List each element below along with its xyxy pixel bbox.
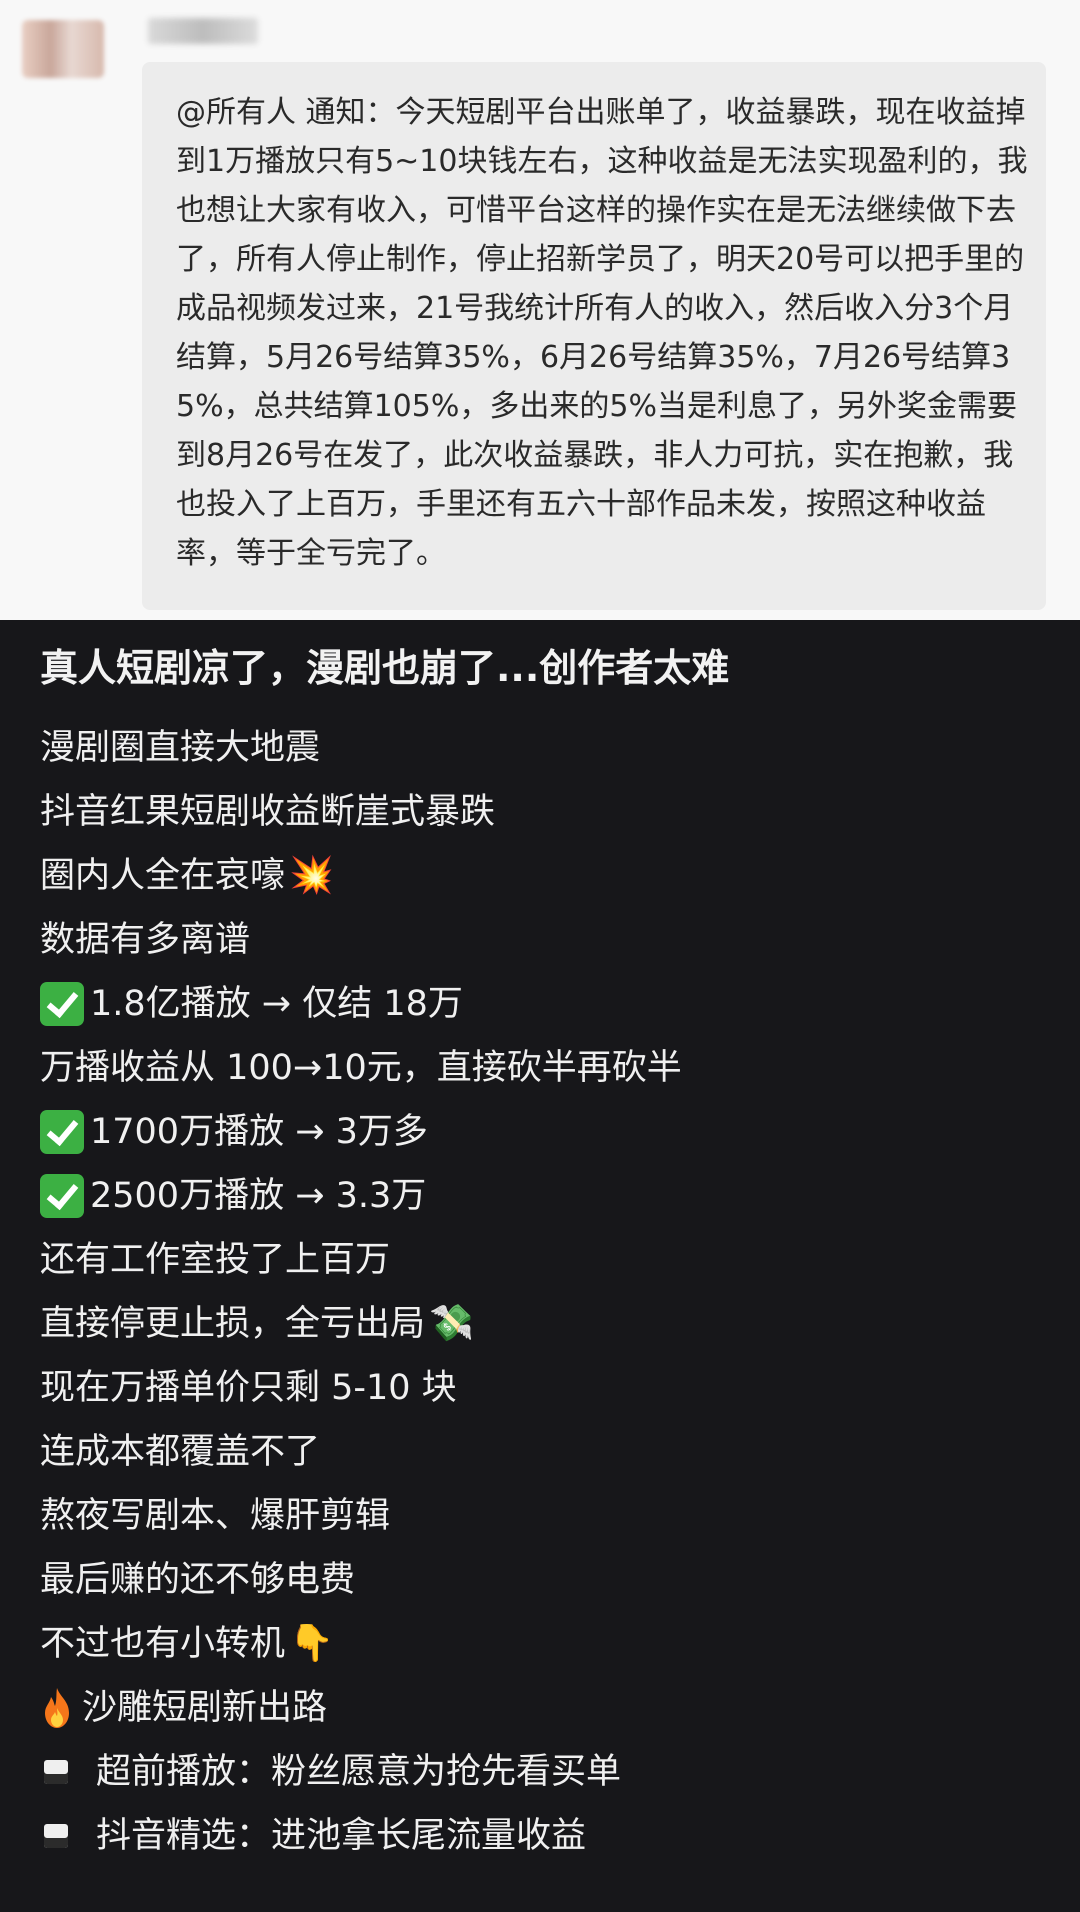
post-line-text: 抖音红果短剧收益断崖式暴跌 xyxy=(40,792,496,832)
post-line-text: 熬夜写剧本、爆肝剪辑 xyxy=(40,1496,391,1536)
check-icon xyxy=(40,1110,84,1154)
post-line: 漫剧圈直接大地震 xyxy=(40,716,1060,780)
post-line: 2500万播放 → 3.3万 xyxy=(40,1164,1060,1228)
check-icon xyxy=(40,1174,84,1218)
post-line: 还有工作室投了上百万 xyxy=(40,1228,1060,1292)
post-title: 真人短剧凉了，漫剧也崩了...创作者太难 xyxy=(40,646,730,690)
post-line: 沙雕短剧新出路 xyxy=(40,1676,1060,1740)
post-line-text: 圈内人全在哀嚎 xyxy=(40,856,286,896)
check-icon xyxy=(40,982,84,1026)
post-line-text: 数据有多离谱 xyxy=(40,920,251,960)
post-line: 不过也有小转机 👇 xyxy=(40,1612,1060,1676)
post-line: 超前播放：粉丝愿意为抢先看买单 xyxy=(40,1740,1060,1804)
post-line-text: 不过也有小转机 xyxy=(40,1624,286,1664)
post-line-text: 现在万播单价只剩 5-10 块 xyxy=(40,1368,457,1408)
collision-icon: 💥 xyxy=(289,855,334,896)
post-line: 1700万播放 → 3万多 xyxy=(40,1100,1060,1164)
post-line: 圈内人全在哀嚎 💥 xyxy=(40,844,1060,908)
post-line-text: 1.8亿播放 → 仅结 18万 xyxy=(90,984,463,1024)
money-wings-icon: 💸 xyxy=(429,1303,474,1344)
post-line-text: 抖音精选：进池拿长尾流量收益 xyxy=(96,1816,587,1856)
post-line-text: 万播收益从 100→10元，直接砍半再砍半 xyxy=(40,1048,682,1088)
post-line: 万播收益从 100→10元，直接砍半再砍半 xyxy=(40,1036,1060,1100)
post-line-text: 还有工作室投了上百万 xyxy=(40,1240,391,1280)
post-line: 数据有多离谱 xyxy=(40,908,1060,972)
post-lines: 漫剧圈直接大地震 抖音红果短剧收益断崖式暴跌 圈内人全在哀嚎 💥 数据有多离谱 … xyxy=(40,716,1060,1868)
message-text: @所有人 通知：今天短剧平台出账单了，收益暴跌，现在收益掉到1万播放只有5~10… xyxy=(176,95,1028,571)
post-line: 抖音红果短剧收益断崖式暴跌 xyxy=(40,780,1060,844)
pointing-down-icon: 👇 xyxy=(289,1623,334,1664)
post-line: 最后赚的还不够电费 xyxy=(40,1548,1060,1612)
post-body: 真人短剧凉了，漫剧也崩了...创作者太难 漫剧圈直接大地震 抖音红果短剧收益断崖… xyxy=(0,620,1080,1912)
chat-screenshot: @所有人 通知：今天短剧平台出账单了，收益暴跌，现在收益掉到1万播放只有5~10… xyxy=(0,0,1080,620)
sender-name xyxy=(148,18,258,44)
post-line-text: 沙雕短剧新出路 xyxy=(82,1688,328,1728)
post-line-text: 直接停更止损，全亏出局 xyxy=(40,1304,426,1344)
post-line-text: 最后赚的还不够电费 xyxy=(40,1560,356,1600)
fire-icon xyxy=(45,1688,69,1728)
post-line: 抖音精选：进池拿长尾流量收益 xyxy=(40,1804,1060,1868)
square-icon xyxy=(44,1760,68,1784)
post-line: 熬夜写剧本、爆肝剪辑 xyxy=(40,1484,1060,1548)
post-line-text: 连成本都覆盖不了 xyxy=(40,1432,321,1472)
square-icon xyxy=(44,1824,68,1848)
post-line: 直接停更止损，全亏出局 💸 xyxy=(40,1292,1060,1356)
post-line-text: 超前播放：粉丝愿意为抢先看买单 xyxy=(96,1752,622,1792)
avatar[interactable] xyxy=(22,20,104,78)
post-line: 现在万播单价只剩 5-10 块 xyxy=(40,1356,1060,1420)
post-line-text: 漫剧圈直接大地震 xyxy=(40,728,321,768)
post-line-text: 1700万播放 → 3万多 xyxy=(90,1112,428,1152)
post-line: 1.8亿播放 → 仅结 18万 xyxy=(40,972,1060,1036)
post-line-text: 2500万播放 → 3.3万 xyxy=(90,1176,427,1216)
post-line: 连成本都覆盖不了 xyxy=(40,1420,1060,1484)
